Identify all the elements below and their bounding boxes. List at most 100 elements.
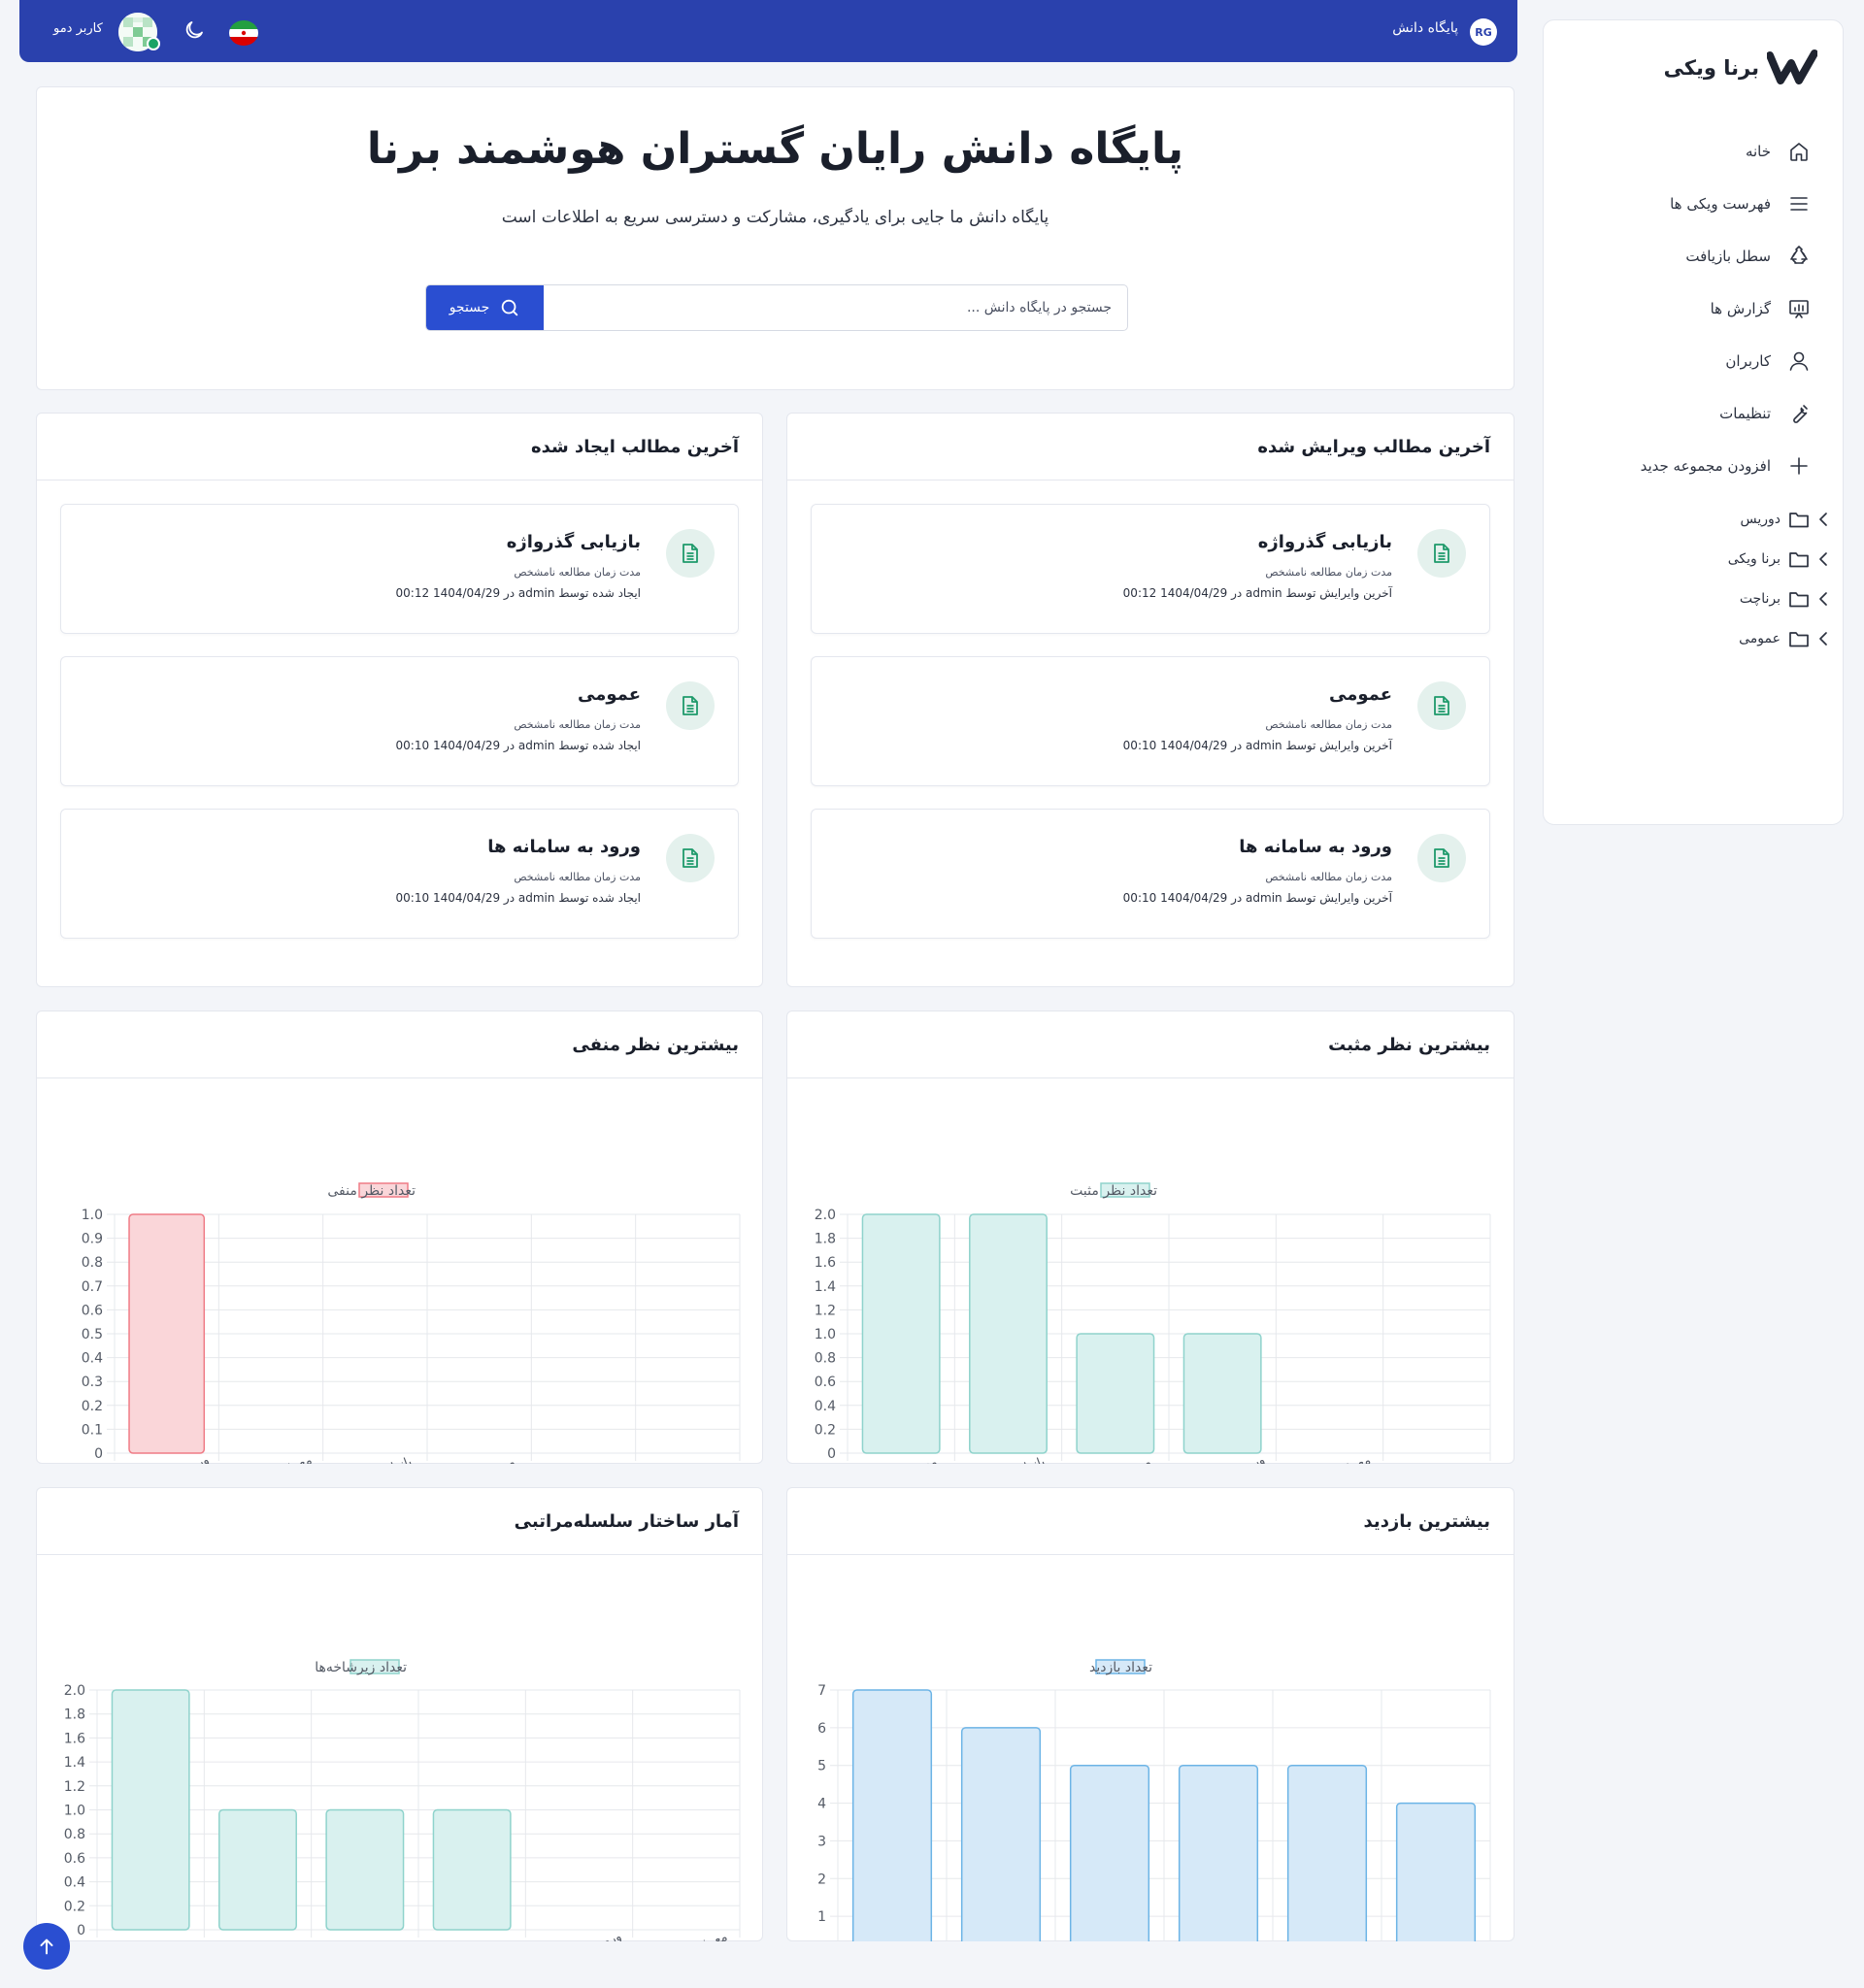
chart-bar[interactable] xyxy=(1286,1764,1368,1955)
document-icon xyxy=(666,681,715,730)
hierarchy-chart: تعداد زیرشاخه‌ها 0 0.2 0.4 0.6 0.8 1.0 1.2 1.4 1.… xyxy=(64,1659,741,1974)
sidebar-item-recycle-bin[interactable]: سطل بازیافت xyxy=(1544,230,1843,282)
sidebar-item-wiki-list[interactable]: فهرست ویکی ها xyxy=(1544,178,1843,230)
recent-created-list: بازیابی گذرواژه مدت زمان مطالعه نامشخص ا… xyxy=(37,480,762,939)
chart-bar[interactable] xyxy=(1069,1764,1150,1955)
list-item[interactable]: ورود به سامانه ها مدت زمان مطالعه نامشخص… xyxy=(811,809,1490,939)
x-tick-label: ورود به سامانه ها xyxy=(532,1929,623,1941)
user-name[interactable]: کاربر دمو xyxy=(53,21,103,36)
iran-flag-icon[interactable] xyxy=(229,20,258,46)
sidebar-item-users[interactable]: کاربران xyxy=(1544,335,1843,387)
search-icon xyxy=(502,299,518,316)
sidebar-item-add-collection[interactable]: افزودن مجموعه جدید xyxy=(1544,440,1843,492)
document-icon xyxy=(666,529,715,578)
panel-title: آمار ساختار سلسله‌مراتبی xyxy=(37,1488,762,1555)
tree-item-borna-chat[interactable]: برناچت xyxy=(1544,579,1843,618)
chevron-left-icon[interactable] xyxy=(1817,511,1829,528)
legend-label: تعداد زیرشاخه‌ها xyxy=(315,1660,407,1675)
dark-mode-icon[interactable] xyxy=(183,18,206,46)
document-icon xyxy=(1417,529,1466,578)
y-tick-label: 1.0 xyxy=(815,1327,836,1342)
chart-bar[interactable] xyxy=(851,1689,933,1955)
sidebar-item-settings[interactable]: تنظیمات xyxy=(1544,387,1843,440)
article-title[interactable]: ورود به سامانه ها xyxy=(1239,837,1392,857)
tree-item-doris[interactable]: دوریس xyxy=(1544,499,1843,539)
sidebar-item-label: خانه xyxy=(1745,143,1771,160)
y-tick-label: 0 xyxy=(77,1923,85,1938)
legend[interactable]: تعداد نظر منفی xyxy=(327,1182,416,1199)
article-title[interactable]: عمومی xyxy=(578,684,641,705)
online-status-dot xyxy=(147,37,160,50)
panel-title: آخرین مطالب ایجاد شده xyxy=(37,414,762,480)
list-item[interactable]: ورود به سامانه ها مدت زمان مطالعه نامشخص… xyxy=(60,809,739,939)
y-tick-label: 0.4 xyxy=(82,1351,103,1367)
negative-feedback-chart: تعداد نظر منفی 0 0.1 0.2 0.3 0.4 0.5 0.6 0.7 0.8 0… xyxy=(82,1182,741,1498)
report-icon xyxy=(1786,296,1812,321)
y-tick-label: 0.9 xyxy=(82,1232,103,1247)
sidebar-item-reports[interactable]: گزارش ها xyxy=(1544,282,1843,335)
arrow-up-icon xyxy=(40,1938,53,1955)
article-title[interactable]: بازیابی گذرواژه xyxy=(507,532,641,552)
article-read-time: مدت زمان مطالعه نامشخص xyxy=(1265,566,1392,579)
list-item[interactable]: عمومی مدت زمان مطالعه نامشخص ایجاد شده ت… xyxy=(60,656,739,786)
chart-bar[interactable] xyxy=(861,1213,941,1454)
legend[interactable]: تعداد بازدید xyxy=(1089,1659,1152,1675)
scroll-top-button[interactable] xyxy=(23,1923,70,1970)
tree-item-borna-wiki[interactable]: برنا ویکی xyxy=(1544,539,1843,579)
brand-logo[interactable]: برنا ویکی xyxy=(1664,48,1817,88)
article-meta: ایجاد شده توسط admin در 1404/04/29 00:10 xyxy=(395,891,641,905)
tree-item-general[interactable]: عمومی xyxy=(1544,618,1843,658)
article-meta: آخرین وایرایش توسط admin در 1404/04/29 0… xyxy=(1122,739,1392,752)
article-title[interactable]: عمومی xyxy=(1329,684,1392,705)
legend[interactable]: تعداد نظر مثبت xyxy=(1070,1182,1157,1199)
chevron-left-icon[interactable] xyxy=(1817,630,1829,647)
kb-title[interactable]: پایگاه دانش xyxy=(1356,20,1458,36)
chart-bar[interactable] xyxy=(1182,1333,1262,1454)
chart-bar[interactable] xyxy=(432,1808,512,1931)
chart-bar[interactable] xyxy=(969,1213,1048,1454)
chart-bar[interactable] xyxy=(1395,1802,1477,1955)
y-tick-label: 0.8 xyxy=(64,1827,85,1842)
chevron-left-icon[interactable] xyxy=(1817,550,1829,568)
chevron-left-icon[interactable] xyxy=(1817,590,1829,608)
y-tick-label: 1.8 xyxy=(815,1232,836,1247)
x-tick-label: معرفی برناچت xyxy=(860,1455,939,1464)
chart-bar[interactable] xyxy=(218,1808,297,1931)
chart-bar[interactable] xyxy=(1178,1764,1259,1955)
x-tick-label: معرفی برنا ویکی xyxy=(1284,1453,1374,1464)
y-tick-label: 2.0 xyxy=(815,1208,836,1223)
legend[interactable]: تعداد زیرشاخه‌ها xyxy=(315,1659,407,1675)
y-tick-label: 2 xyxy=(817,1872,826,1887)
search-button[interactable]: جستجو xyxy=(426,285,544,330)
sidebar-nav: خانه فهرست ویکی ها سطل بازیافت گزارش ها … xyxy=(1544,125,1843,492)
document-icon xyxy=(666,834,715,882)
document-icon xyxy=(1417,681,1466,730)
search-input[interactable] xyxy=(542,285,1127,330)
positive-chart-panel: بیشترین نظر مثبت تعداد نظر مثبت 0 0.2 0.4 0.… xyxy=(786,1011,1514,1498)
search-bar: جستجو xyxy=(425,284,1128,331)
list-item[interactable]: بازیابی گذرواژه مدت زمان مطالعه نامشخص ا… xyxy=(60,504,739,634)
brand-logo-icon xyxy=(1767,50,1817,84)
article-title[interactable]: بازیابی گذرواژه xyxy=(1258,532,1392,552)
chart-bar[interactable] xyxy=(960,1727,1042,1955)
sidebar-item-home[interactable]: خانه xyxy=(1544,125,1843,178)
panel-title: بیشترین بازدید xyxy=(787,1488,1514,1555)
y-tick-label: 1.2 xyxy=(64,1779,85,1795)
article-title[interactable]: ورود به سامانه ها xyxy=(487,837,641,857)
chart-bar[interactable] xyxy=(1076,1333,1155,1454)
article-read-time: مدت زمان مطالعه نامشخص xyxy=(514,718,641,731)
positive-feedback-chart: تعداد نظر مثبت 0 0.2 0.4 0.6 0.8 1.0 1.2 1.4 1.6 1… xyxy=(815,1182,1491,1498)
list-item[interactable]: عمومی مدت زمان مطالعه نامشخص آخرین وایرا… xyxy=(811,656,1490,786)
y-tick-label: 3 xyxy=(817,1834,826,1849)
chart-bar[interactable] xyxy=(325,1808,405,1931)
kb-badge[interactable]: RG xyxy=(1470,18,1497,46)
legend-label: تعداد نظر مثبت xyxy=(1070,1183,1157,1199)
article-read-time: مدت زمان مطالعه نامشخص xyxy=(1265,718,1392,731)
y-tick-label: 0.1 xyxy=(82,1422,103,1438)
list-item[interactable]: بازیابی گذرواژه مدت زمان مطالعه نامشخص آ… xyxy=(811,504,1490,634)
chart-bar[interactable] xyxy=(111,1689,190,1931)
y-tick-label: 0.2 xyxy=(815,1422,836,1438)
x-tick-label: دوریس xyxy=(666,1462,707,1464)
y-tick-label: 1.4 xyxy=(815,1279,836,1295)
chart-bar[interactable] xyxy=(128,1213,206,1454)
